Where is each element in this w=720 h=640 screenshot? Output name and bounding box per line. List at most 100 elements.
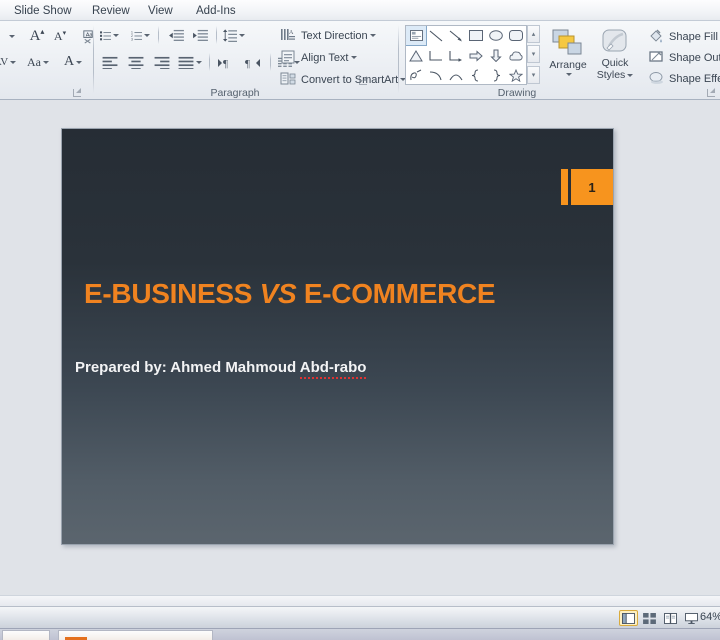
shape-outline-command[interactable]: Shape Outline (644, 47, 720, 68)
change-case-icon: Aa (27, 54, 41, 69)
quick-styles-icon (602, 29, 627, 52)
horizontal-scrollbar[interactable] (0, 595, 720, 606)
chevron-down-icon (10, 60, 17, 64)
cloud-icon (509, 50, 523, 60)
shape-cloud[interactable] (506, 46, 526, 65)
svg-text:¶: ¶ (223, 58, 228, 69)
chevron-down-icon (350, 56, 357, 59)
font-color-button[interactable]: A (60, 51, 86, 73)
clear-formatting-button[interactable]: Aa (78, 26, 98, 46)
shape-elbow-connector[interactable] (426, 46, 446, 65)
svg-text:¶: ¶ (245, 58, 250, 69)
align-center-button[interactable] (125, 53, 147, 72)
slide-show-view-button[interactable] (682, 610, 701, 626)
slide-show-icon (685, 612, 698, 624)
taskbar-item-powerpoint[interactable] (58, 630, 213, 640)
font-color-icon: A (63, 54, 75, 69)
slide-subtitle[interactable]: Prepared by: Ahmed Mahmoud Abd-rabo (75, 359, 367, 379)
slide-canvas[interactable]: 1 E-BUSINESS VS E-COMMERCE Prepared by: … (61, 128, 614, 545)
text-direction-command[interactable]: A Text Direction (276, 25, 380, 46)
more-chevron-icon: ▾ (531, 72, 536, 79)
quick-styles-label-1: Quick (601, 57, 629, 69)
align-center-icon (128, 56, 144, 69)
svg-text:A: A (289, 30, 294, 36)
align-text-command[interactable]: Align Text (276, 47, 361, 68)
slide-title-part2: E-COMMERCE (296, 278, 496, 309)
chevron-down-icon (627, 73, 634, 77)
ribbon-group-font: A▴ A▾ Aa AV Aa A (0, 21, 93, 100)
chevron-down-icon (113, 34, 119, 37)
character-spacing-button[interactable]: AV (0, 52, 18, 72)
chevron-down-icon (43, 60, 49, 64)
slide-title-part1: E-BUSINESS (84, 278, 260, 309)
chevron-down-icon: ▾ (531, 51, 536, 58)
decrease-indent-button[interactable] (166, 26, 186, 45)
normal-view-button[interactable] (619, 610, 638, 626)
shape-line[interactable] (426, 26, 446, 45)
tab-review[interactable]: Review (86, 2, 136, 20)
shape-roundrect[interactable] (506, 26, 526, 45)
shape-scribble[interactable] (406, 66, 426, 84)
rtl-text-direction-button[interactable]: ¶ (241, 53, 263, 72)
shape-fill-label: Shape Fill (669, 30, 718, 43)
font-dialog-launcher[interactable] (72, 88, 82, 98)
shapes-scroll-down-button[interactable]: ▾ (527, 45, 540, 63)
shape-textbox[interactable] (406, 26, 427, 46)
slide-sorter-icon (643, 612, 656, 624)
triangle-icon (409, 49, 423, 61)
numbering-button[interactable]: 123 (130, 26, 151, 45)
inline-divider (209, 53, 210, 71)
quick-styles-button[interactable]: Quick Styles (592, 25, 638, 87)
shape-arrow[interactable] (446, 26, 466, 45)
shape-right-arrow[interactable] (466, 46, 486, 65)
reading-view-button[interactable] (661, 610, 680, 626)
bullets-button[interactable] (99, 26, 120, 45)
shape-elbow-arrow-connector[interactable] (446, 46, 466, 65)
decrease-font-size-icon: A▾ (53, 29, 67, 43)
tab-view[interactable]: View (142, 2, 179, 20)
tab-slide-show[interactable]: Slide Show (8, 2, 78, 20)
windows-taskbar (0, 628, 720, 640)
shape-fill-command[interactable]: Shape Fill (644, 26, 720, 47)
increase-font-size-button[interactable]: A▴ (26, 25, 48, 47)
shape-ellipse[interactable] (486, 26, 506, 45)
font-size-dropdown[interactable] (2, 27, 20, 45)
shape-left-brace[interactable] (466, 66, 486, 84)
align-left-icon (102, 56, 118, 69)
shape-right-brace[interactable] (486, 66, 506, 84)
zoom-level-label[interactable]: 64% (700, 611, 720, 623)
increase-indent-button[interactable] (190, 26, 210, 45)
arrange-button[interactable]: Arrange (546, 25, 590, 87)
shapes-gallery[interactable] (405, 25, 527, 85)
reading-view-icon (664, 612, 677, 624)
shape-star[interactable] (506, 66, 526, 84)
justify-button[interactable] (177, 53, 203, 72)
shape-triangle[interactable] (406, 46, 426, 65)
right-brace-icon (493, 69, 501, 82)
shape-curve[interactable] (446, 66, 466, 84)
align-left-button[interactable] (99, 53, 121, 72)
tab-add-ins[interactable]: Add-Ins (190, 2, 242, 20)
slide-title[interactable]: E-BUSINESS VS E-COMMERCE (84, 278, 604, 310)
shapes-scroll-up-button[interactable]: ▴ (527, 25, 540, 43)
shapes-more-button[interactable]: ▾ (527, 66, 540, 84)
shape-rectangle[interactable] (466, 26, 486, 45)
slide-number-accent-bar (561, 169, 568, 205)
line-spacing-button[interactable] (222, 26, 246, 45)
shape-down-arrow[interactable] (486, 46, 506, 65)
increase-indent-icon (192, 29, 208, 41)
change-case-button[interactable]: Aa (24, 52, 52, 72)
slide-sorter-view-button[interactable] (640, 610, 659, 626)
decrease-font-size-button[interactable]: A▾ (50, 26, 70, 47)
taskbar-item-1[interactable] (2, 630, 50, 640)
shape-effects-command[interactable]: Shape Effects (644, 68, 720, 89)
group-divider (398, 25, 399, 93)
drawing-group-label: Drawing (497, 87, 537, 99)
ltr-text-direction-button[interactable]: ¶ (215, 53, 237, 72)
drawing-dialog-launcher[interactable] (706, 88, 716, 98)
svg-text:Aa: Aa (85, 32, 93, 38)
align-right-button[interactable] (151, 53, 173, 72)
powerpoint-window: Slide Show Review View Add-Ins A▴ A▾ Aa (0, 0, 720, 640)
shape-arc[interactable] (426, 66, 446, 84)
paragraph-dialog-launcher[interactable] (358, 76, 368, 86)
